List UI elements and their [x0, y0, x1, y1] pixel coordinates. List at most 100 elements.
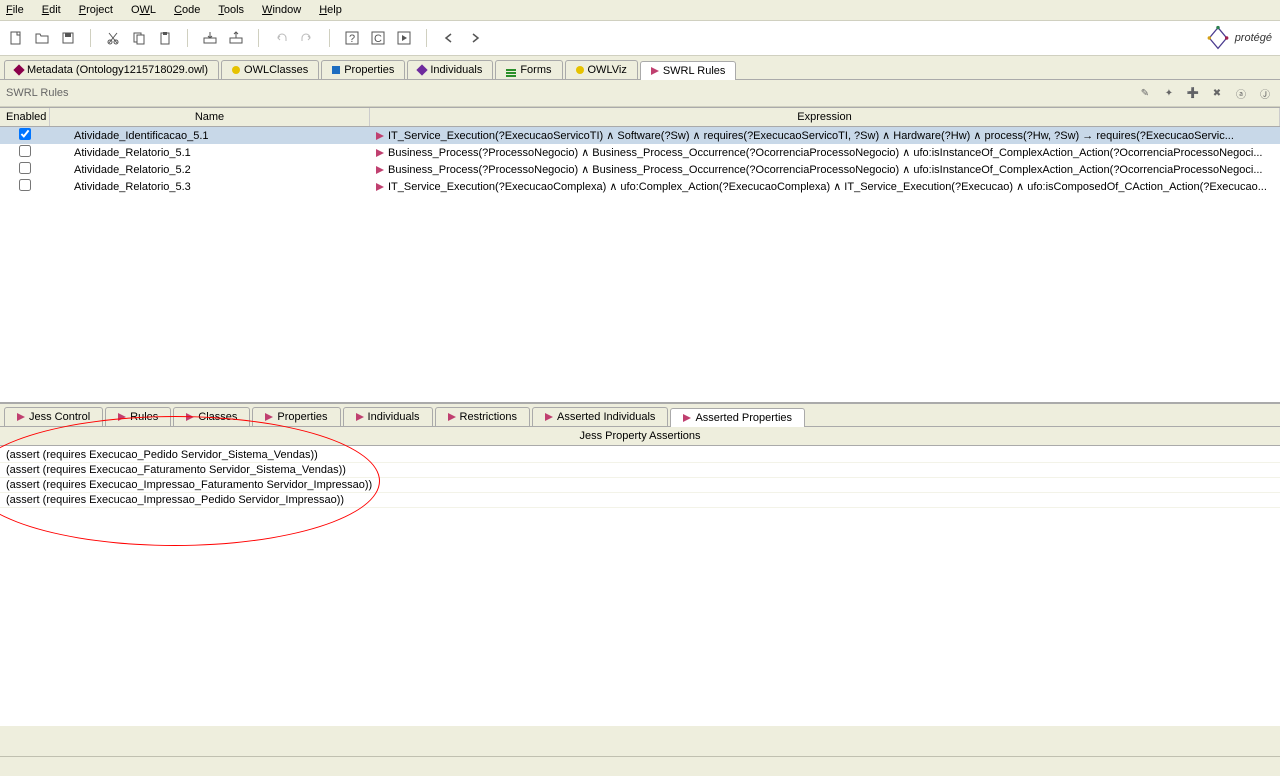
open-folder-icon[interactable]: [34, 30, 50, 46]
redo-icon[interactable]: [299, 30, 315, 46]
rule-row[interactable]: Atividade_Relatorio_5.3IT_Service_Execut…: [0, 178, 1280, 195]
menu-code[interactable]: Code: [174, 4, 200, 16]
menu-file[interactable]: File: [6, 4, 24, 16]
arrow-icon: [545, 413, 553, 421]
col-expression[interactable]: Expression: [370, 108, 1280, 126]
delete-rule-icon[interactable]: ✖: [1208, 84, 1226, 102]
rule-name: Atividade_Relatorio_5.2: [50, 163, 370, 177]
nav-forward-icon[interactable]: [467, 30, 483, 46]
green-icon: [506, 69, 516, 71]
main-tab-0[interactable]: Metadata (Ontology1215718029.owl): [4, 60, 219, 79]
tab-label: Rules: [130, 411, 158, 423]
assertion-row[interactable]: (assert (requires Execucao_Impressao_Ped…: [0, 493, 1280, 508]
tab-label: Properties: [277, 411, 327, 423]
tab-label: Asserted Individuals: [557, 411, 655, 423]
rule-enabled-checkbox[interactable]: [19, 162, 31, 174]
menu-window[interactable]: Window: [262, 4, 301, 16]
archive-out-icon[interactable]: [228, 30, 244, 46]
archive-in-icon[interactable]: [202, 30, 218, 46]
info-icon[interactable]: ⓐ: [1232, 84, 1250, 102]
status-bar: [0, 756, 1280, 776]
tab-label: Individuals: [430, 64, 482, 76]
protege-logo: protégé: [1205, 25, 1272, 51]
menu-tools[interactable]: Tools: [218, 4, 244, 16]
paste-icon[interactable]: [157, 30, 173, 46]
tab-label: Classes: [198, 411, 237, 423]
cut-icon[interactable]: [105, 30, 121, 46]
logo-text: protégé: [1235, 32, 1272, 44]
menu-owl[interactable]: OWL: [131, 4, 156, 16]
bottom-tab-asserted-individuals[interactable]: Asserted Individuals: [532, 407, 668, 426]
menu-project[interactable]: Project: [79, 4, 113, 16]
main-tab-2[interactable]: Properties: [321, 60, 405, 79]
main-tab-5[interactable]: OWLViz: [565, 60, 638, 79]
tab-label: SWRL Rules: [663, 65, 726, 77]
rule-expression: Business_Process(?ProcessoNegocio) ∧ Bus…: [388, 146, 1263, 159]
bottom-tab-asserted-properties[interactable]: Asserted Properties: [670, 408, 805, 427]
blue-icon: [332, 66, 340, 74]
bottom-tabstrip: Jess Control Rules Classes Properties Indivi…: [0, 404, 1280, 427]
svg-text:C: C: [374, 33, 382, 45]
edit-rule-icon[interactable]: ✎: [1136, 84, 1154, 102]
assertion-row[interactable]: (assert (requires Execucao_Pedido Servid…: [0, 448, 1280, 463]
assertion-row[interactable]: (assert (requires Execucao_Impressao_Fat…: [0, 478, 1280, 493]
rule-row[interactable]: Atividade_Relatorio_5.2 Business_Process(…: [0, 161, 1280, 178]
svg-text:?: ?: [349, 33, 355, 45]
col-enabled[interactable]: Enabled: [0, 108, 50, 126]
tab-label: OWLClasses: [244, 64, 308, 76]
bottom-tab-classes[interactable]: Classes: [173, 407, 250, 426]
menu-help[interactable]: Help: [319, 4, 342, 16]
arrow-icon: [186, 413, 194, 421]
yellow-icon: [232, 66, 240, 74]
copy-icon[interactable]: [131, 30, 147, 46]
bottom-tab-individuals[interactable]: Individuals: [343, 407, 433, 426]
rule-expression: Business_Process(?ProcessoNegocio) ∧ Bus…: [388, 163, 1263, 176]
tab-label: Restrictions: [460, 411, 517, 423]
tab-label: Individuals: [368, 411, 420, 423]
main-tab-6[interactable]: SWRL Rules: [640, 61, 737, 80]
arrow-icon: [265, 413, 273, 421]
main-tab-4[interactable]: Forms: [495, 60, 562, 79]
add-rule-icon[interactable]: ➕: [1184, 84, 1202, 102]
tab-label: Forms: [520, 64, 551, 76]
bottom-tab-jess-control[interactable]: Jess Control: [4, 407, 103, 426]
main-tab-3[interactable]: Individuals: [407, 60, 493, 79]
rule-row[interactable]: Atividade_Identificacao_5.1IT_Service_Ex…: [0, 127, 1280, 144]
rule-enabled-checkbox[interactable]: [19, 128, 31, 140]
bottom-tab-rules[interactable]: Rules: [105, 407, 171, 426]
tab-label: OWLViz: [588, 64, 627, 76]
tab-label: Asserted Properties: [695, 412, 792, 424]
rule-arrow-icon: [376, 149, 384, 157]
rule-row[interactable]: Atividade_Relatorio_5.1 Business_Process(…: [0, 144, 1280, 161]
col-name[interactable]: Name: [50, 108, 370, 126]
undo-icon[interactable]: [273, 30, 289, 46]
main-tabstrip: Metadata (Ontology1215718029.owl) OWLClas…: [0, 56, 1280, 80]
nav-back-icon[interactable]: [441, 30, 457, 46]
reasoner-icon[interactable]: [396, 30, 412, 46]
toolbar: ? C protégé: [0, 21, 1280, 56]
rule-name: Atividade_Relatorio_5.1: [50, 146, 370, 160]
rule-expression: IT_Service_Execution(?ExecucaoComplexa) …: [388, 180, 1267, 193]
bottom-tab-properties[interactable]: Properties: [252, 407, 340, 426]
main-tab-1[interactable]: OWLClasses: [221, 60, 319, 79]
tab-label: Properties: [344, 64, 394, 76]
rule-enabled-checkbox[interactable]: [19, 179, 31, 191]
bottom-tab-restrictions[interactable]: Restrictions: [435, 407, 530, 426]
arrow-icon: [683, 414, 691, 422]
classify-icon[interactable]: C: [370, 30, 386, 46]
jess-icon[interactable]: Ⓙ: [1256, 84, 1274, 102]
rule-arrow-icon: [376, 132, 384, 140]
yellow-icon: [576, 66, 584, 74]
save-icon[interactable]: [60, 30, 76, 46]
assertion-row[interactable]: (assert (requires Execucao_Faturamento S…: [0, 463, 1280, 478]
assertions-body: (assert (requires Execucao_Pedido Servid…: [0, 446, 1280, 726]
new-rule-icon[interactable]: ✦: [1160, 84, 1178, 102]
menu-edit[interactable]: Edit: [42, 4, 61, 16]
rule-arrow-icon: [376, 166, 384, 174]
query-icon[interactable]: ?: [344, 30, 360, 46]
menubar: File Edit Project OWL Code Tools Window …: [0, 0, 1280, 21]
rule-enabled-checkbox[interactable]: [19, 145, 31, 157]
arrow-icon: [356, 413, 364, 421]
bottom-panel: Jess Control Rules Classes Properties Indivi…: [0, 402, 1280, 726]
new-file-icon[interactable]: [8, 30, 24, 46]
